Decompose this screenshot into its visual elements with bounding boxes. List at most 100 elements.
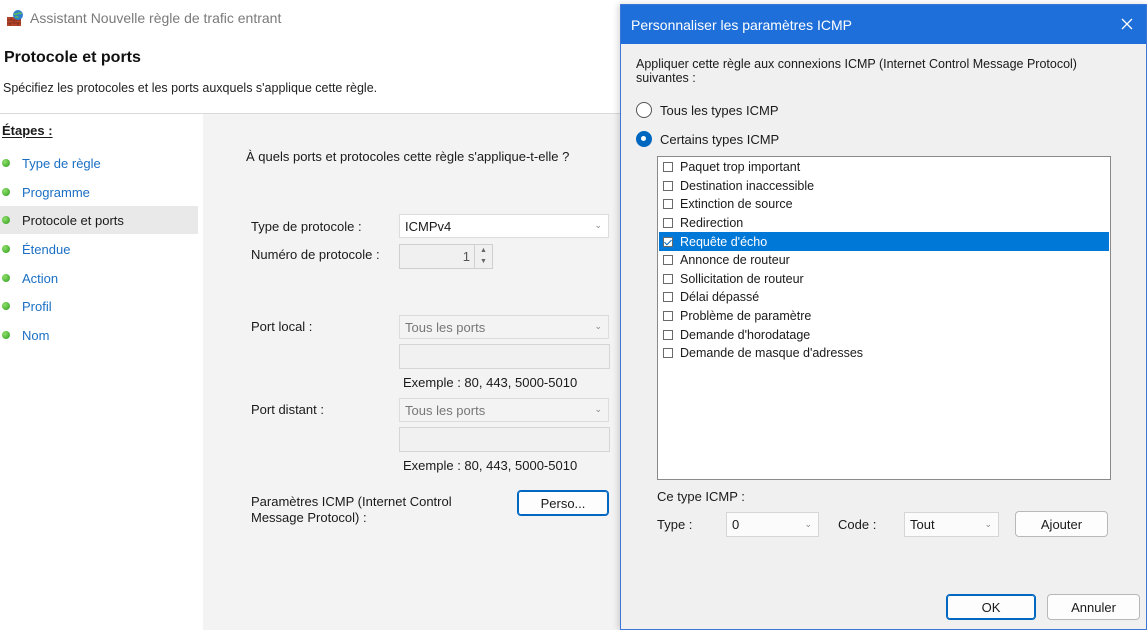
step-name[interactable]: Nom: [0, 321, 198, 349]
radio-specific-icmp-types[interactable]: Certains types ICMP: [636, 131, 779, 147]
add-button[interactable]: Ajouter: [1015, 511, 1108, 537]
cancel-button[interactable]: Annuler: [1047, 594, 1140, 620]
checkbox[interactable]: [663, 292, 673, 303]
dialog-title: Personnaliser les paramètres ICMP: [631, 17, 852, 33]
chevron-down-icon: ⌄: [594, 321, 602, 331]
protocol-type-value: ICMPv4: [405, 218, 452, 234]
this-icmp-type-label: Ce type ICMP :: [657, 489, 745, 504]
local-port-example: Exemple : 80, 443, 5000-5010: [403, 375, 578, 390]
radio-label: Certains types ICMP: [660, 131, 780, 147]
chevron-down-icon[interactable]: ▼: [475, 256, 492, 267]
checkbox[interactable]: [663, 199, 673, 210]
local-port-label: Port local :: [251, 319, 313, 334]
ok-button[interactable]: OK: [946, 594, 1036, 620]
intro-line1: Appliquer cette règle aux connexions ICM…: [636, 57, 1077, 71]
list-item-label: Paquet trop important: [680, 160, 801, 175]
radio-all-icmp-types[interactable]: Tous les types ICMP: [636, 102, 779, 118]
remote-port-example: Exemple : 80, 443, 5000-5010: [403, 458, 578, 473]
type-label: Type :: [657, 517, 693, 532]
checkbox[interactable]: [663, 348, 673, 359]
icmp-types-list[interactable]: Paquet trop important Destination inacce…: [657, 156, 1111, 480]
list-item-label: Délai dépassé: [680, 290, 760, 305]
step-label: Protocole et ports: [22, 212, 124, 228]
protocol-type-select[interactable]: ICMPv4 ⌄: [399, 214, 609, 238]
icmp-code-select[interactable]: Tout ⌄: [904, 512, 999, 537]
question-text: À quels ports et protocoles cette règle …: [246, 149, 570, 164]
list-item[interactable]: Requête d'écho: [659, 232, 1109, 251]
list-item[interactable]: Redirection: [659, 214, 1109, 233]
radio-label: Tous les types ICMP: [660, 102, 779, 118]
step-scope[interactable]: Étendue: [0, 235, 198, 263]
protocol-number-stepper[interactable]: 1 ▲ ▼: [399, 244, 493, 269]
list-item-label: Requête d'écho: [680, 234, 768, 249]
checkbox[interactable]: [663, 236, 673, 247]
list-item[interactable]: Extinction de source: [659, 195, 1109, 214]
step-protocol-ports[interactable]: Protocole et ports: [0, 206, 198, 234]
chevron-down-icon: ⌄: [594, 220, 602, 230]
chevron-down-icon: ⌄: [594, 404, 602, 414]
checkbox[interactable]: [663, 162, 673, 173]
radio-button[interactable]: [636, 102, 652, 118]
steps-title: Étapes :: [2, 123, 53, 138]
step-label: Action: [22, 270, 59, 286]
list-item[interactable]: Demande de masque d'adresses: [659, 344, 1109, 363]
step-bullet-icon: [2, 331, 10, 339]
remote-port-input[interactable]: [399, 427, 610, 452]
icmp-label-line2: Message Protocol) :: [251, 510, 367, 525]
checkbox[interactable]: [663, 180, 673, 191]
window-title: Assistant Nouvelle règle de trafic entra…: [30, 10, 282, 26]
step-bullet-icon: [2, 216, 10, 224]
step-bullet-icon: [2, 302, 10, 310]
list-item-label: Extinction de source: [680, 197, 793, 212]
icmp-type-select[interactable]: 0 ⌄: [726, 512, 819, 537]
list-item[interactable]: Demande d'horodatage: [659, 325, 1109, 344]
protocol-number-value: 1: [462, 249, 470, 264]
list-item-label: Destination inaccessible: [680, 178, 815, 193]
chevron-down-icon: ⌄: [804, 519, 812, 529]
remote-port-label: Port distant :: [251, 402, 324, 417]
step-profile[interactable]: Profil: [0, 292, 198, 320]
step-label: Profil: [22, 298, 52, 314]
list-item-label: Problème de paramètre: [680, 309, 812, 324]
dialog-titlebar: Personnaliser les paramètres ICMP: [621, 5, 1146, 44]
checkbox[interactable]: [663, 311, 673, 322]
radio-button[interactable]: [636, 131, 652, 147]
step-bullet-icon: [2, 274, 10, 282]
local-port-input[interactable]: [399, 344, 610, 369]
chevron-down-icon: ⌄: [984, 519, 992, 529]
list-item[interactable]: Problème de paramètre: [659, 307, 1109, 326]
local-port-select[interactable]: Tous les ports ⌄: [399, 315, 609, 339]
list-item[interactable]: Sollicitation de routeur: [659, 270, 1109, 289]
list-item[interactable]: Délai dépassé: [659, 288, 1109, 307]
checkbox[interactable]: [663, 255, 673, 266]
list-item[interactable]: Destination inaccessible: [659, 177, 1109, 196]
checkbox[interactable]: [663, 218, 673, 229]
list-item[interactable]: Annonce de routeur: [659, 251, 1109, 270]
list-item[interactable]: Paquet trop important: [659, 158, 1109, 177]
icmp-dialog: Personnaliser les paramètres ICMP Appliq…: [620, 4, 1147, 630]
page-title: Protocole et ports: [4, 49, 141, 66]
icmp-settings-label: Paramètres ICMP (Internet Control Messag…: [251, 494, 452, 526]
checkbox[interactable]: [663, 329, 673, 340]
step-bullet-icon: [2, 188, 10, 196]
wizard-titlebar: Assistant Nouvelle règle de trafic entra…: [0, 0, 620, 36]
customize-icmp-button[interactable]: Perso...: [517, 490, 609, 516]
step-rule-type[interactable]: Type de règle: [0, 149, 198, 177]
remote-port-select[interactable]: Tous les ports ⌄: [399, 398, 609, 422]
step-program[interactable]: Programme: [0, 178, 198, 206]
firewall-icon: [6, 9, 24, 27]
steps-panel: Étapes : Type de règle Programme Protoco…: [0, 114, 203, 630]
list-item-label: Demande d'horodatage: [680, 327, 811, 342]
list-item-label: Redirection: [680, 216, 744, 231]
list-item-label: Annonce de routeur: [680, 253, 790, 268]
content-panel: À quels ports et protocoles cette règle …: [203, 114, 620, 630]
step-label: Type de règle: [22, 155, 101, 171]
stepper-arrows[interactable]: ▲ ▼: [474, 245, 492, 268]
step-label: Nom: [22, 327, 50, 343]
close-icon[interactable]: [1114, 11, 1140, 37]
step-label: Programme: [22, 184, 90, 200]
checkbox[interactable]: [663, 273, 673, 284]
protocol-number-label: Numéro de protocole :: [251, 247, 380, 262]
chevron-up-icon[interactable]: ▲: [475, 245, 492, 256]
step-action[interactable]: Action: [0, 264, 198, 292]
